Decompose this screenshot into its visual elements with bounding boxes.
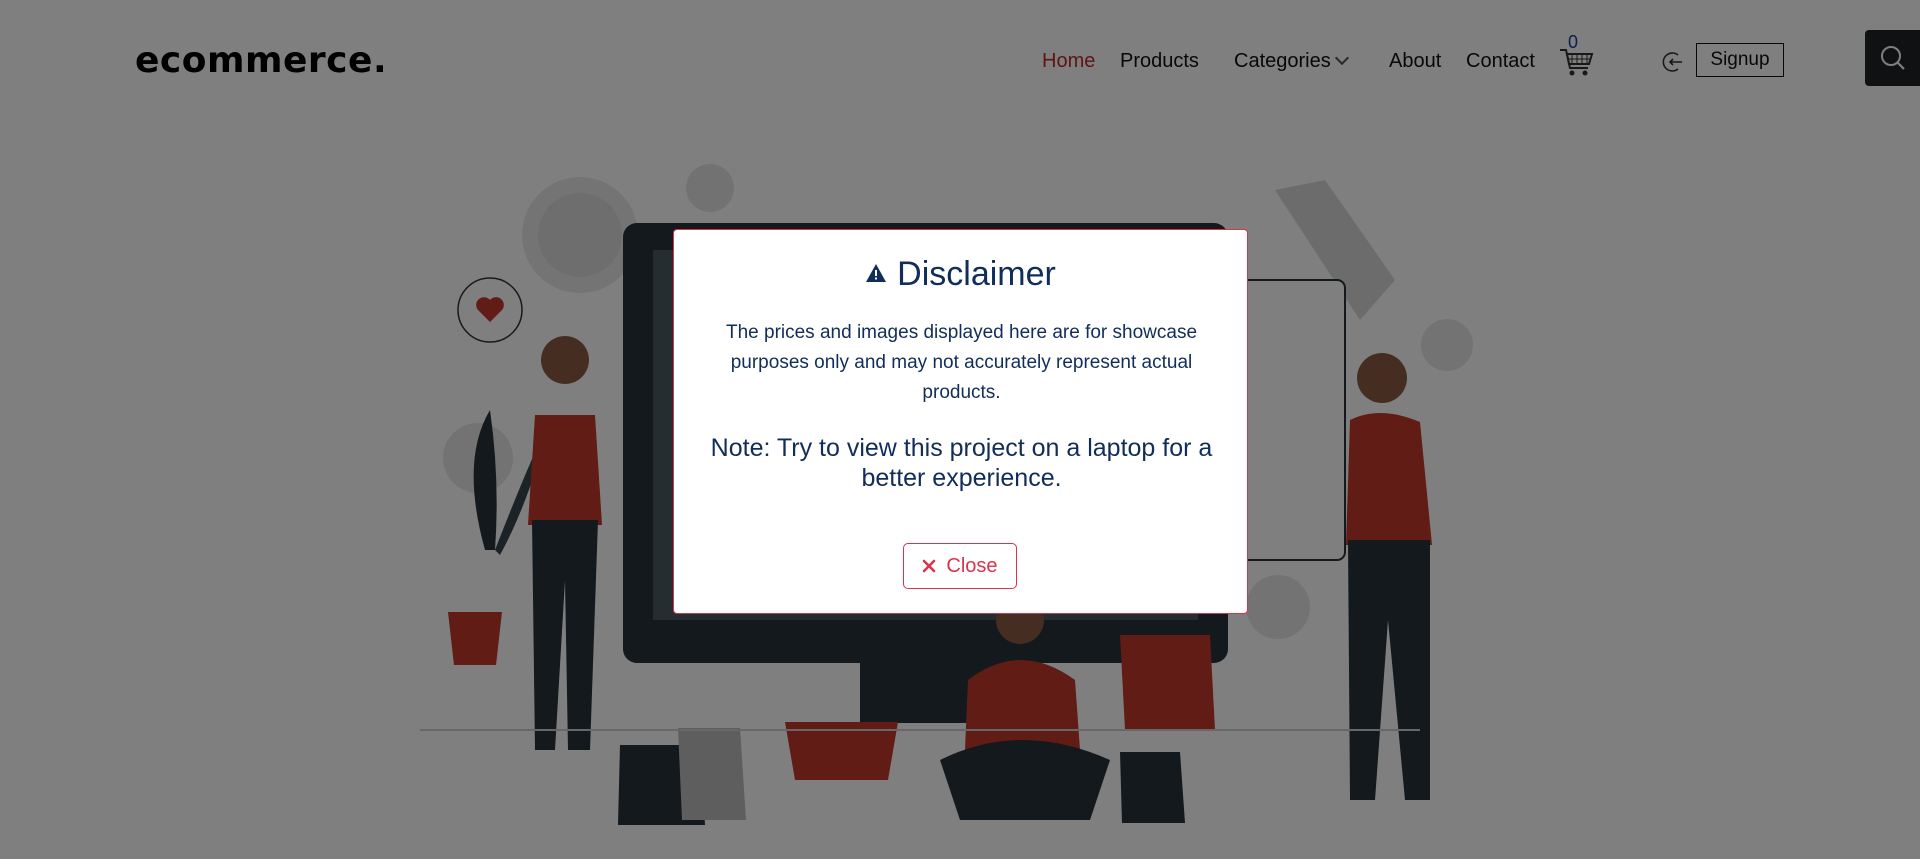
close-icon — [923, 559, 936, 573]
disclaimer-text: The prices and images displayed here are… — [725, 322, 1198, 403]
modal-title-text: Disclaimer — [897, 255, 1056, 293]
modal-title: Disclaimer — [674, 255, 1247, 294]
close-button[interactable]: Close — [903, 543, 1017, 589]
disclaimer-note: Note: Try to view this project on a lapt… — [710, 434, 1213, 492]
close-button-label: Close — [946, 554, 998, 577]
warning-icon — [866, 264, 887, 283]
disclaimer-modal: Disclaimer The prices and images display… — [673, 229, 1248, 614]
